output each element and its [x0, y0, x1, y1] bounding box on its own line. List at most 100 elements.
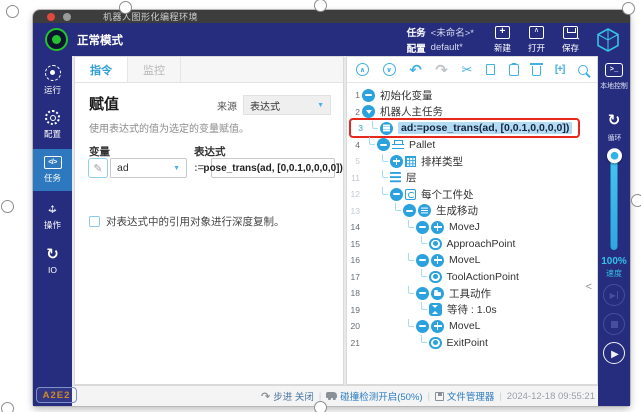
file-manager-icon [435, 392, 444, 401]
cut-icon[interactable] [462, 62, 473, 78]
speed-slider[interactable] [611, 152, 618, 250]
edit-variable-button[interactable]: ✎ [88, 158, 108, 178]
collapse-panel-handle[interactable] [586, 281, 592, 293]
sidebar-item-operate[interactable]: 操作 [33, 194, 72, 236]
variable-value: ad [117, 162, 129, 174]
close-button[interactable] [47, 13, 55, 21]
new-file-icon [495, 26, 510, 39]
source-select[interactable]: 表达式 ▼ [243, 95, 331, 115]
collapse-all-icon[interactable] [356, 63, 369, 76]
step-icon [610, 291, 619, 300]
tree-connector [421, 302, 427, 310]
variable-select[interactable]: ad ▼ [110, 158, 187, 178]
brand-logo-icon [595, 27, 621, 53]
tree-row-label: 工具动作 [449, 286, 491, 301]
sidebar-item-label: 配置 [44, 128, 61, 140]
status-item[interactable]: 文件管理器 [435, 389, 495, 403]
tree-connector [382, 154, 388, 162]
loop-icon [608, 111, 621, 129]
expression-input[interactable]: pose_trans(ad, [0,0.1,0,0,0,0]) [211, 158, 335, 178]
terminal-icon [605, 63, 623, 77]
deep-copy-row: 对表达式中的引用对象进行深度复制。 [89, 214, 285, 229]
tree-row-label: 初始化变量 [380, 88, 433, 103]
paste-icon[interactable] [509, 64, 519, 76]
window-title: 机器人图形化编程环境 [103, 10, 198, 23]
point-icon [429, 238, 442, 251]
tree-row[interactable]: 11层 [349, 170, 597, 187]
app-header: 正常模式 任务 <未命名>* 配置 default* 新建打开保存 [33, 23, 630, 56]
list-icon [418, 204, 431, 217]
delete-icon[interactable] [532, 66, 541, 76]
status-item[interactable]: 步进 关闭 [261, 389, 314, 403]
line-number: 13 [349, 206, 360, 216]
tree-row[interactable]: 5排样类型 [349, 153, 597, 170]
open-file-icon [529, 26, 544, 39]
slider-track [611, 152, 618, 250]
loop-label: 循环 [607, 132, 621, 142]
local-control-item[interactable]: 本地控制 [598, 63, 630, 91]
tree-row[interactable]: 4Pallet [349, 137, 597, 154]
stop-button[interactable] [603, 313, 625, 335]
loop-item[interactable]: 循环 [598, 111, 630, 143]
insert-icon[interactable] [555, 64, 565, 75]
tree-row[interactable]: 17ToolActionPoint [349, 269, 597, 286]
copy-icon[interactable] [486, 64, 495, 75]
status-label: 2024-12-18 09:55:21 [507, 391, 595, 402]
config-icon [45, 110, 60, 125]
tree-row[interactable]: 13 生成移动 [349, 203, 597, 220]
redo-icon[interactable] [435, 61, 448, 79]
undo-icon[interactable] [409, 61, 422, 79]
deep-copy-checkbox[interactable] [89, 216, 100, 227]
tree-row[interactable]: 18工具动作 [349, 285, 597, 302]
source-label: 来源 [217, 98, 237, 113]
mode-label: 正常模式 [77, 32, 123, 48]
tree-row[interactable]: 14MoveJ [349, 219, 597, 236]
point-icon [429, 271, 442, 284]
task-tree-panel: 1初始化变量2机器人主任务3ad:=pose_trans(ad, [0,0.1,… [346, 56, 598, 385]
tree-row[interactable]: 15ApproachPoint [349, 236, 597, 253]
tree-row-label: 排样类型 [421, 154, 463, 169]
sidebar-item-task[interactable]: 任务 [33, 149, 72, 191]
expand-icon [390, 155, 403, 168]
line-number: 14 [349, 222, 360, 232]
tree-row[interactable]: 20MoveL [349, 318, 597, 335]
status-item[interactable]: 碰撞检测开启(50%) [326, 389, 422, 403]
search-icon[interactable] [578, 65, 588, 75]
tab-monitor[interactable]: 监控 [128, 57, 181, 82]
minimize-button[interactable] [63, 13, 71, 21]
tree-connector [408, 253, 414, 261]
tree-row[interactable]: 1初始化变量 [349, 87, 597, 104]
wait-icon [429, 303, 442, 316]
collapse-icon [390, 188, 403, 201]
collapse-icon [416, 320, 429, 333]
play-button[interactable] [603, 342, 625, 364]
slider-thumb[interactable] [607, 148, 622, 163]
save-button[interactable]: 保存 [562, 26, 579, 54]
separator: | [499, 391, 501, 401]
collision-icon [326, 392, 337, 398]
tree-row-label: 生成移动 [436, 203, 478, 218]
sidebar-item-run[interactable]: 运行 [33, 59, 72, 101]
tree-row[interactable]: 16MoveL [349, 252, 597, 269]
tree-connector [382, 187, 388, 195]
tree-row[interactable]: 3ad:=pose_trans(ad, [0,0.1,0,0,0,0]) [349, 118, 580, 138]
tab-command[interactable]: 指令 [75, 57, 128, 82]
collapse-icon [416, 221, 429, 234]
new-button[interactable]: 新建 [494, 26, 511, 54]
open-button[interactable]: 打开 [528, 26, 545, 54]
selection-handle [631, 194, 641, 207]
tree-row[interactable]: 12每个工件处 [349, 186, 597, 203]
tree-row[interactable]: 19等待 : 1.0s [349, 302, 597, 319]
expand-all-icon[interactable] [383, 63, 396, 76]
sidebar-item-io[interactable]: IO [33, 239, 72, 281]
collapse-icon [416, 254, 429, 267]
line-number: 15 [349, 239, 360, 249]
step-button[interactable] [603, 284, 625, 306]
tree-row-label: ToolActionPoint [447, 271, 519, 283]
sidebar-item-config[interactable]: 配置 [33, 104, 72, 146]
status-item[interactable]: 2024-12-18 09:55:21 [507, 391, 595, 402]
step-mode-icon [261, 390, 270, 403]
tree-row[interactable]: 21ExitPoint [349, 335, 597, 352]
selection-handle [1, 200, 14, 213]
run-icon [45, 65, 61, 81]
